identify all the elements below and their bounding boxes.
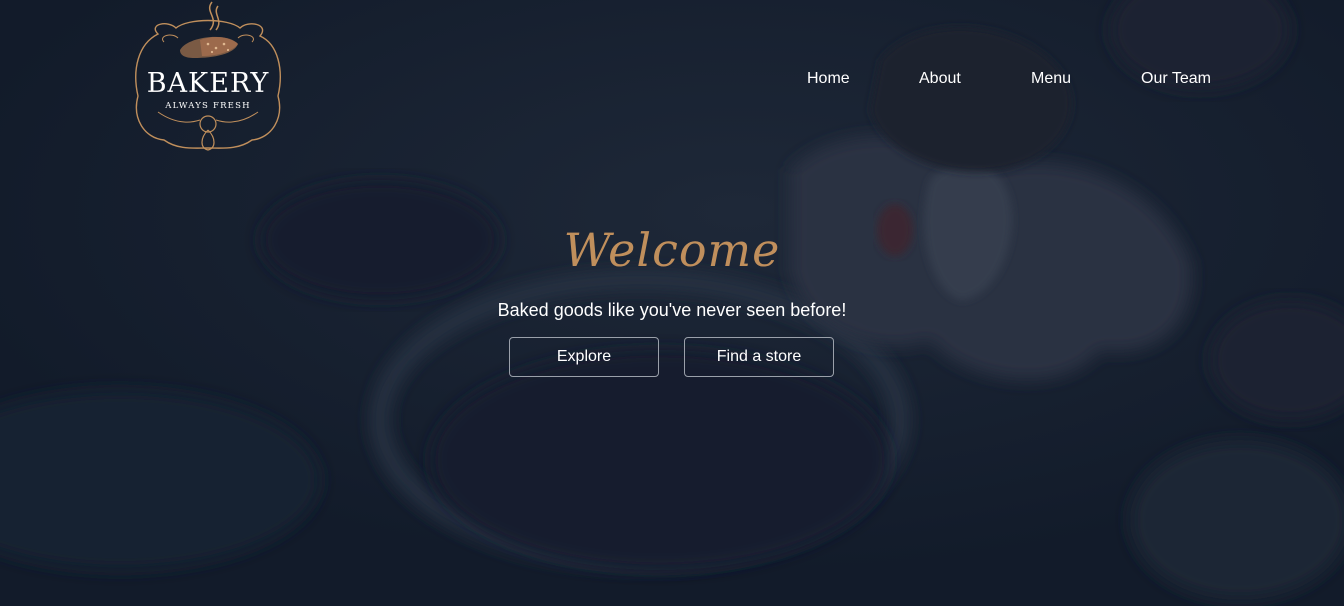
hero-subtitle: Baked goods like you've never seen befor…	[497, 300, 847, 320]
logo-tagline: ALWAYS FRESH	[164, 101, 250, 111]
nav-link-about[interactable]: About	[919, 68, 961, 90]
explore-button[interactable]: Explore	[509, 337, 659, 377]
steam-icon	[208, 1, 220, 31]
nav-link-our-team[interactable]: Our Team	[1141, 68, 1211, 90]
nav-link-home[interactable]: Home	[807, 68, 850, 90]
nav-link-menu[interactable]: Menu	[1031, 68, 1071, 90]
hero-title: Welcome	[563, 223, 781, 277]
find-a-store-button[interactable]: Find a store	[684, 337, 834, 377]
main-nav: Home About Menu Our Team	[0, 68, 1344, 92]
hero-section: BAKERY ALWAYS FRESH Home About Menu Our …	[0, 0, 1344, 606]
